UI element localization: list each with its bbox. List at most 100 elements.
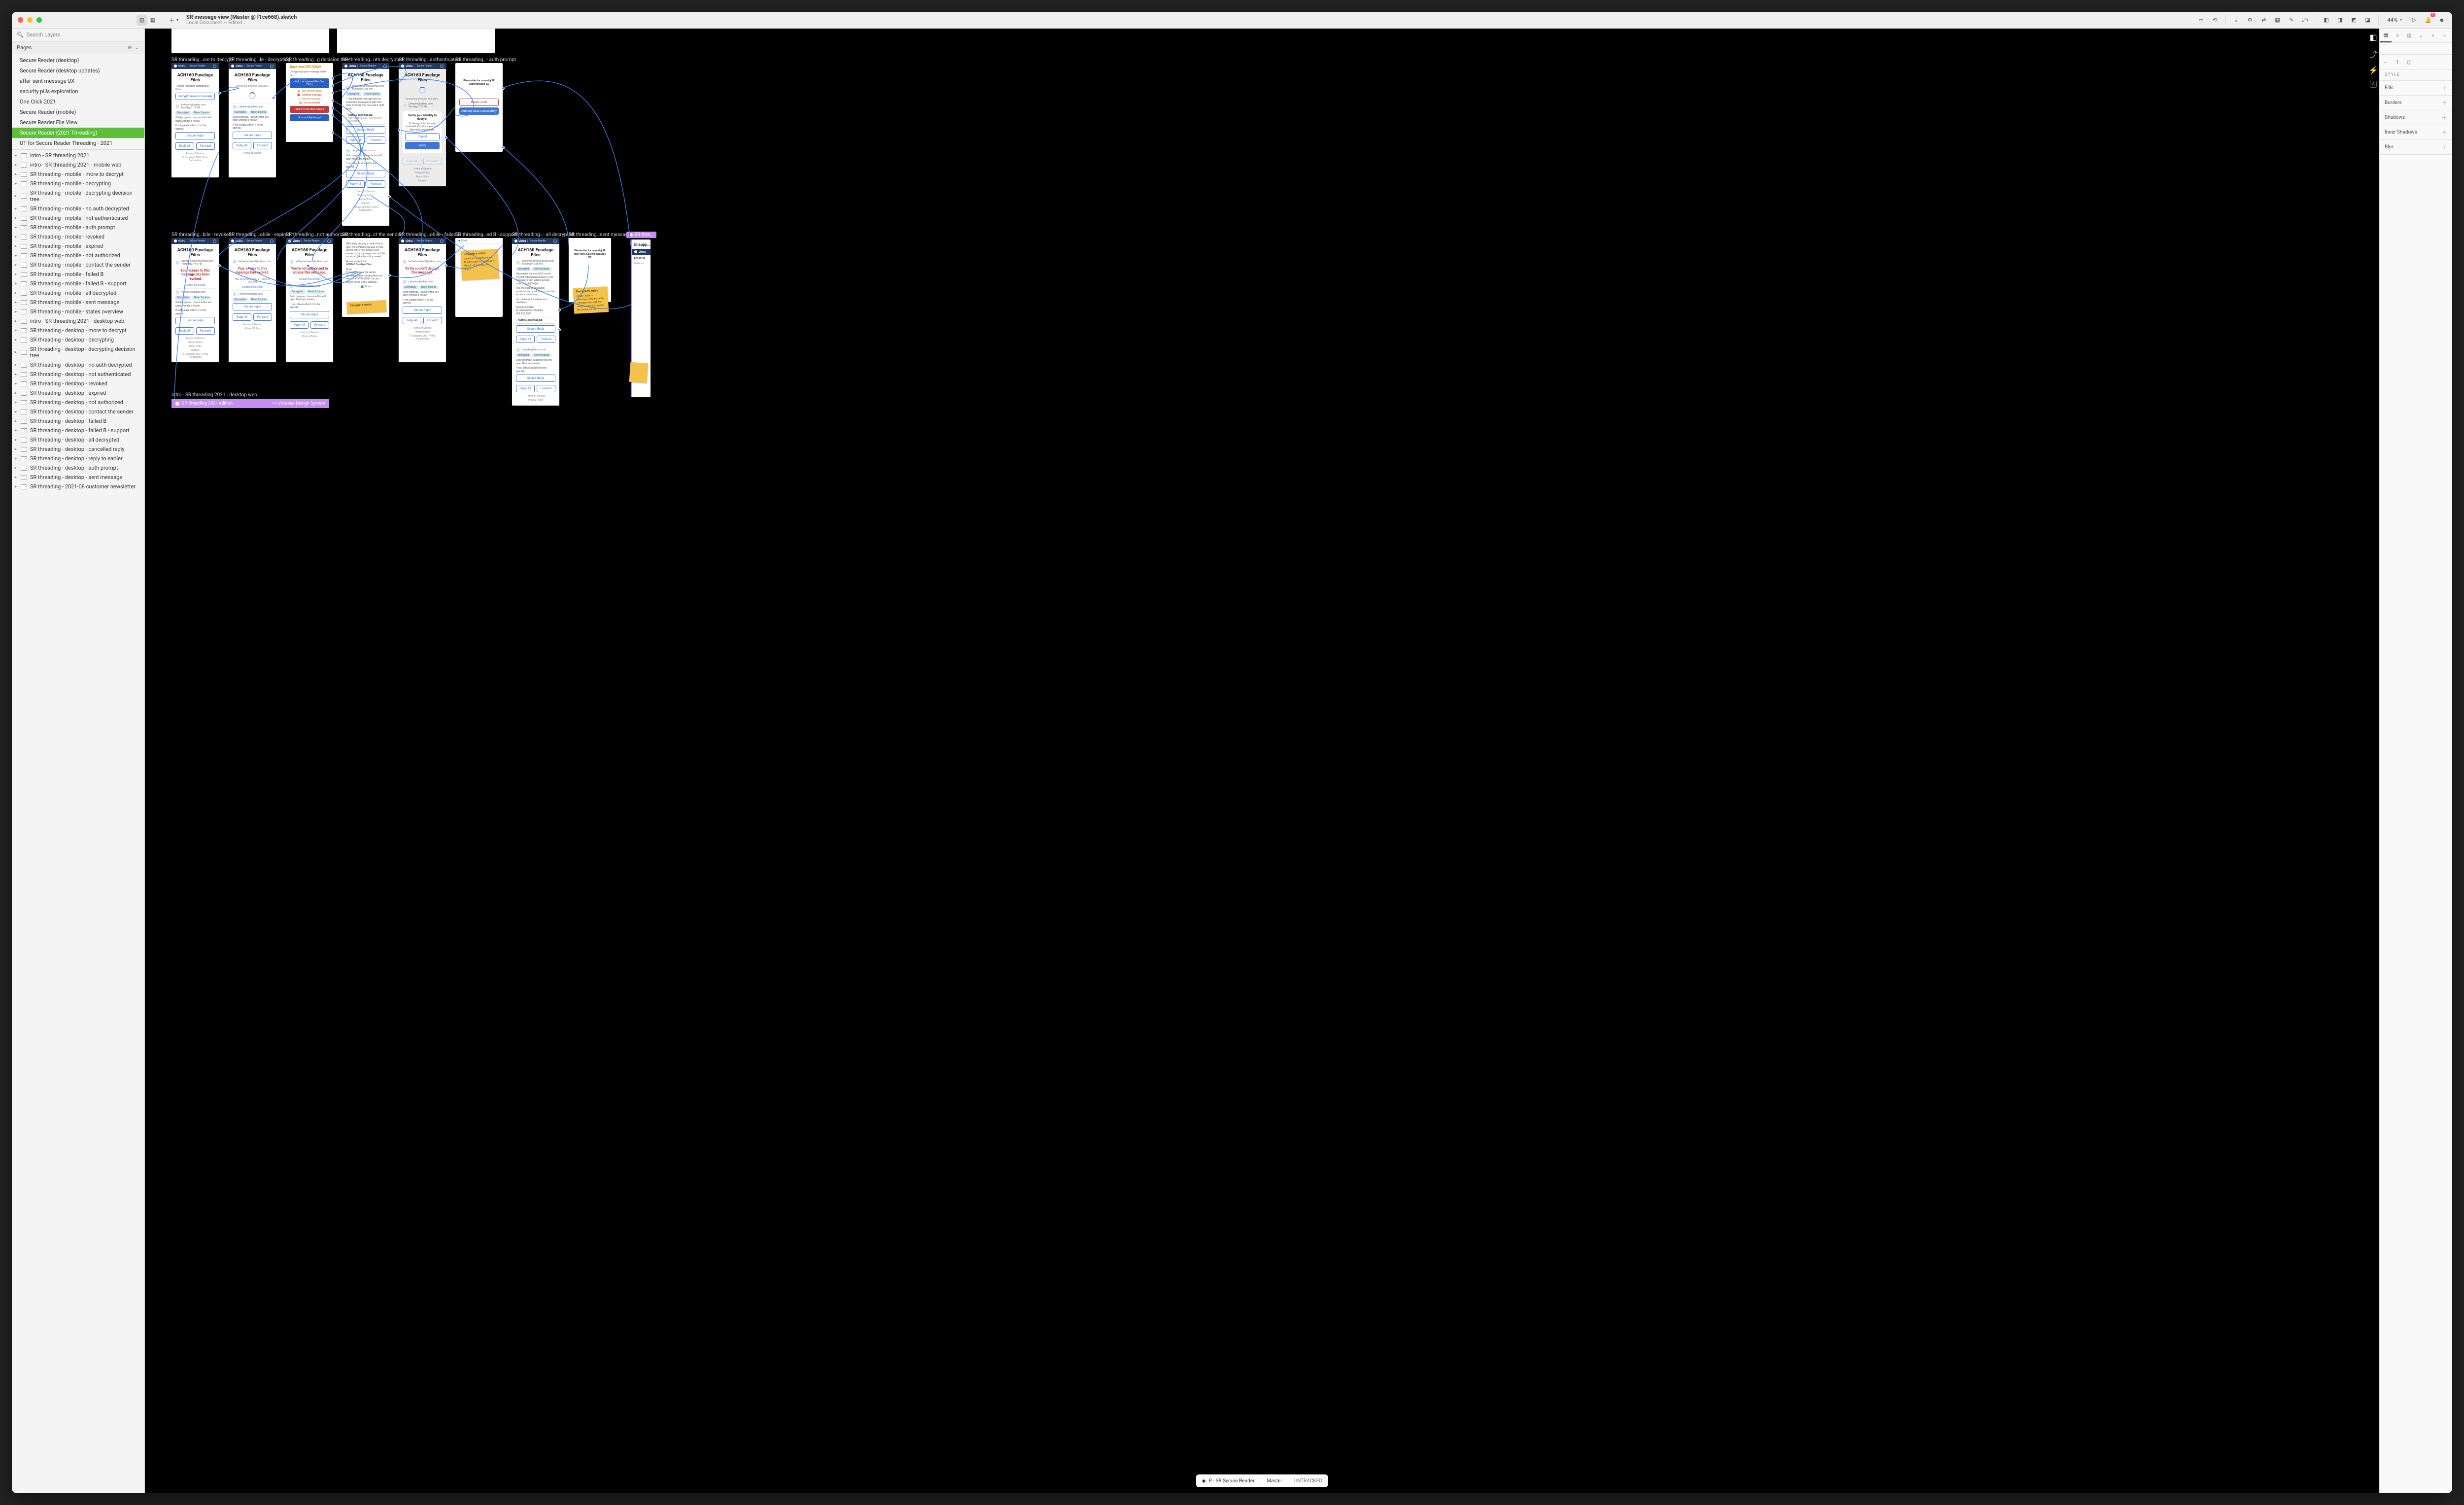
layer-item[interactable]: ▸SR threading - mobile - no auth decrypt… xyxy=(12,204,144,213)
page-item[interactable]: Secure Reader (desktop) xyxy=(12,55,144,66)
artboard-label[interactable]: SR threading…bile - revoked xyxy=(171,232,232,238)
chevron-right-icon[interactable]: ▸ xyxy=(14,363,18,368)
add-icon[interactable]: ＋ xyxy=(2441,143,2447,151)
design-tab-icon[interactable]: ◧ xyxy=(2369,33,2377,42)
page-item[interactable]: One Click 2021 xyxy=(12,97,144,107)
layer-item[interactable]: ▸SR threading - desktop - auth prompt xyxy=(12,463,144,473)
add-icon[interactable]: ＋ xyxy=(2441,113,2447,122)
layer-item[interactable]: ▸SR threading - desktop - expired xyxy=(12,388,144,398)
intersect-icon[interactable]: ◩ xyxy=(2349,15,2360,26)
tab-align-center[interactable]: ≡ xyxy=(2392,29,2403,42)
page-item[interactable]: Secure Reader (2021 Threading) xyxy=(12,128,144,138)
preview-icon[interactable]: ▭ xyxy=(2196,15,2207,26)
artboard-label[interactable]: SR threading…obile - failed B xyxy=(399,232,461,238)
prototype-icon[interactable]: ⚙ xyxy=(2245,15,2256,26)
artboard-decrypting[interactable]: virtruSecure Reader ACH160 Fuselage File… xyxy=(229,63,276,177)
artboard-more-to-decrypt[interactable]: virtruSecure Reader ACH160 Fuselage File… xyxy=(171,63,219,177)
artboard-label[interactable]: SR threading…- all decrypted xyxy=(512,232,574,238)
artboard-all-decrypted[interactable]: virtruSecure Reader ACH160 Fuselage File… xyxy=(512,238,559,406)
chevron-right-icon[interactable]: ▸ xyxy=(14,281,18,286)
chevron-right-icon[interactable]: ▸ xyxy=(14,309,18,314)
link-icon[interactable]: ⇄ xyxy=(2259,15,2269,26)
artboard-no-auth[interactable]: virtruSecure Reader ACH160 Fuselage File… xyxy=(342,63,389,226)
tab-dist-v[interactable]: ⇕ xyxy=(2392,55,2403,69)
search-layers[interactable]: 🔍 Search Layers xyxy=(12,29,144,41)
artboard-label[interactable]: SR threading…g decision tree xyxy=(286,57,349,63)
cloud-icon[interactable]: ⟲ xyxy=(2210,15,2221,26)
artboard-label-intro[interactable]: intro - SR threading 2021 - desktop web xyxy=(171,392,257,398)
chevron-right-icon[interactable]: ▸ xyxy=(14,181,18,186)
chevron-right-icon[interactable]: ▸ xyxy=(14,338,18,342)
artboard-label[interactable]: SR threading…sent message xyxy=(569,232,631,238)
layer-item[interactable]: ▸SR threading - desktop - not authorized xyxy=(12,398,144,407)
maximize-window-button[interactable] xyxy=(36,17,42,23)
artboard-contact-sender[interactable]: Effectively clicking a mailto link to op… xyxy=(342,238,389,317)
add-icon[interactable]: ＋ xyxy=(2441,99,2447,107)
layer-item[interactable]: ▸SR threading - mobile - revoked xyxy=(12,232,144,241)
chevron-right-icon[interactable]: ▸ xyxy=(14,272,18,277)
subtract-icon[interactable]: ◨ xyxy=(2335,15,2346,26)
layer-item[interactable]: ▸SR threading - desktop - cancelled repl… xyxy=(12,445,144,454)
layer-item[interactable]: ▸intro - SR threading 2021 - mobile web xyxy=(12,160,144,170)
layout-icon[interactable]: ▦ xyxy=(2272,15,2283,26)
layer-item[interactable]: ▸intro - SR threading 2021 - desktop web xyxy=(12,316,144,326)
artboard-not-authorized[interactable]: virtruSecure Reader ACH160 Fuselage File… xyxy=(286,238,333,362)
chevron-right-icon[interactable]: ▸ xyxy=(14,381,18,386)
banner-intro[interactable]: SR threading 2021 edition >> Virtuoso De… xyxy=(171,399,329,408)
tab-align-mid[interactable]: ⫞ xyxy=(2427,29,2439,42)
sidebar-toggle-icon[interactable]: ▥ xyxy=(137,15,147,26)
layer-item[interactable]: ▸SR threading - desktop - more to decryp… xyxy=(12,326,144,335)
add-icon[interactable]: ＋ xyxy=(2441,128,2447,137)
artboard-failed[interactable]: virtruSecure Reader ACH160 Fuselage File… xyxy=(399,238,446,362)
inspect-tab-icon[interactable]: A xyxy=(2370,81,2377,88)
layer-item[interactable]: ▸SR threading - desktop - failed B xyxy=(12,416,144,426)
artboard-label[interactable]: SR threading…ore to decrypt xyxy=(171,57,233,63)
difference-icon[interactable]: ◪ xyxy=(2362,15,2373,26)
edit-icon[interactable]: ✎ xyxy=(2286,15,2297,26)
chevron-right-icon[interactable]: ▸ xyxy=(14,419,18,424)
add-page-icon[interactable]: ⊕ xyxy=(128,44,132,51)
artboard-auth-prompt[interactable]: Placeholder for current ▮ SR authenticat… xyxy=(455,63,503,152)
zoom-control[interactable]: 44% ▾ xyxy=(2384,15,2406,25)
artboard-label[interactable]: SR threading…not authorized xyxy=(286,232,348,238)
layer-item[interactable]: ▸SR threading - mobile - decrypting deci… xyxy=(12,188,144,204)
decrypt-button[interactable]: Decrypt previous message xyxy=(175,93,215,100)
tab-dist-h[interactable]: ⇔ xyxy=(2380,55,2392,69)
layer-item[interactable]: ▸SR threading - mobile - failed B - supp… xyxy=(12,279,144,288)
artboard-not-authenticated[interactable]: virtruSecure Reader ACH160 Fuselage File… xyxy=(399,63,446,186)
artboard-sent-message[interactable]: Placeholder for current ▮ SR reply form … xyxy=(569,238,611,302)
chevron-right-icon[interactable]: ▸ xyxy=(14,391,18,396)
tab-align-right[interactable]: ▥ xyxy=(2403,29,2415,42)
layer-item[interactable]: ▸SR threading - desktop - decrypting xyxy=(12,335,144,344)
artboard-label[interactable]: SR threading…ed B - support xyxy=(455,232,517,238)
chevron-right-icon[interactable]: ▸ xyxy=(14,163,18,168)
layer-item[interactable]: ▸SR threading - mobile - failed B xyxy=(12,270,144,279)
layer-item[interactable]: ▸SR threading - desktop - decrypting dec… xyxy=(12,344,144,360)
layer-item[interactable]: ▸SR threading - mobile - sent message xyxy=(12,298,144,307)
play-icon[interactable]: ▷ xyxy=(2409,15,2420,26)
artboard-expired[interactable]: virtruSecure Reader ACH160 Fuselage File… xyxy=(229,238,276,362)
chevron-right-icon[interactable]: ▸ xyxy=(14,328,18,333)
chevron-right-icon[interactable]: ▸ xyxy=(14,244,18,249)
layer-item[interactable]: ▸SR threading - desktop - all decrypted xyxy=(12,435,144,445)
chevron-right-icon[interactable]: ▸ xyxy=(14,172,18,177)
layer-item[interactable]: ▸SR threading - 2021-08 customer newslet… xyxy=(12,482,144,491)
scale-icon[interactable]: ⤢▾ xyxy=(2300,15,2311,26)
chevron-right-icon[interactable]: ▸ xyxy=(14,319,18,324)
page-item[interactable]: security pills exploration xyxy=(12,86,144,97)
chevron-right-icon[interactable]: ▸ xyxy=(14,475,18,480)
layer-item[interactable]: ▸SR threading - mobile - all decrypted xyxy=(12,288,144,298)
tab-align-bot[interactable]: ⫟ xyxy=(2439,29,2451,42)
chevron-right-icon[interactable]: ▸ xyxy=(14,410,18,414)
artboard-top-right[interactable] xyxy=(337,29,495,53)
chevron-right-icon[interactable]: ▸ xyxy=(14,372,18,377)
layer-item[interactable]: ▸SR threading - mobile - not authenticat… xyxy=(12,213,144,223)
chevron-right-icon[interactable]: ▸ xyxy=(14,466,18,471)
chevron-right-icon[interactable]: ▸ xyxy=(14,400,18,405)
insert-button[interactable]: ＋ ▾ xyxy=(165,16,182,24)
layer-item[interactable]: ▸SR threading - mobile - decrypting xyxy=(12,179,144,188)
export-icon[interactable]: ⤓ xyxy=(2231,15,2242,26)
layer-item[interactable]: ▸SR threading - mobile - more to decrypt xyxy=(12,170,144,179)
chevron-right-icon[interactable]: ▸ xyxy=(14,291,18,296)
chevron-right-icon[interactable]: ▸ xyxy=(14,235,18,239)
